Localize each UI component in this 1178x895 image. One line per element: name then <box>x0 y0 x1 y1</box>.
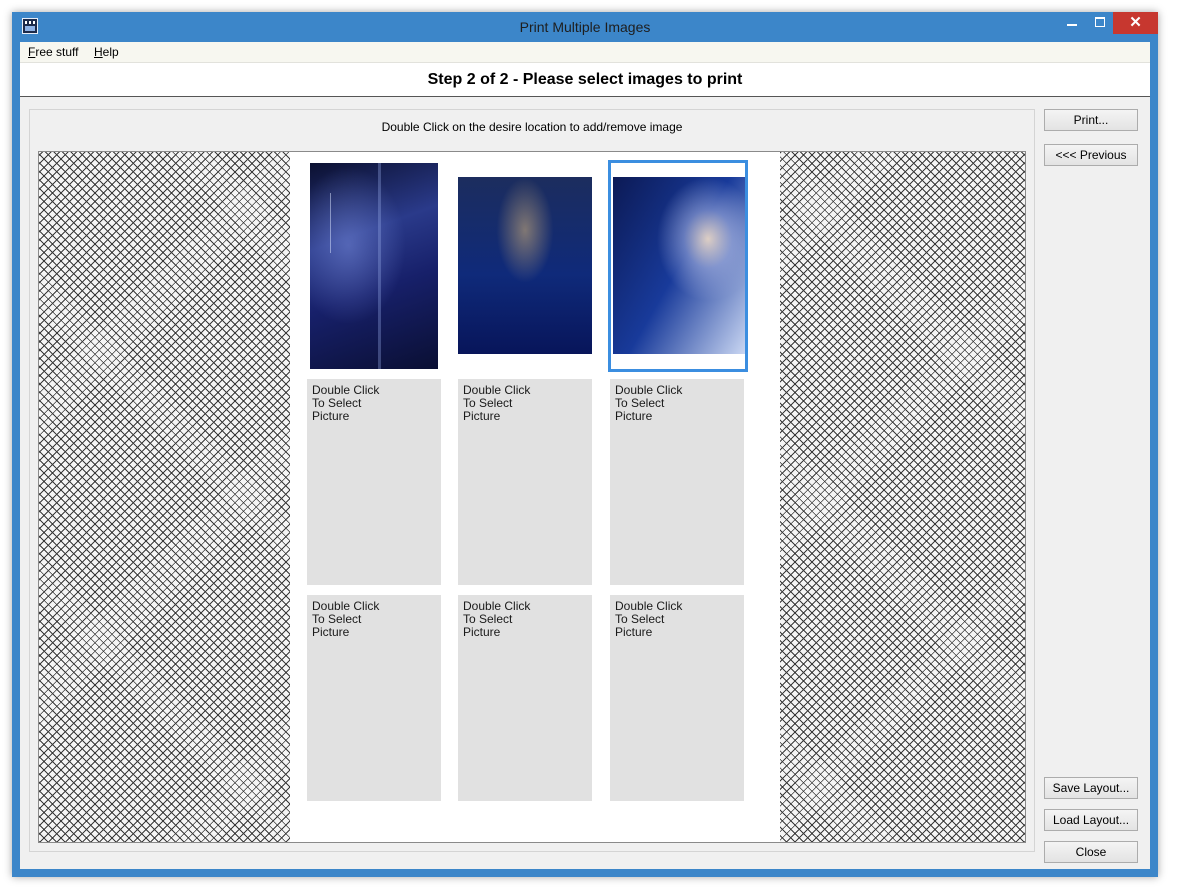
slot-placeholder-text: Double Click To Select Picture <box>615 599 683 639</box>
slot-placeholder-text: Double Click To Select Picture <box>312 383 380 423</box>
close-button[interactable]: Close <box>1044 841 1138 863</box>
minimize-button[interactable] <box>1059 12 1085 34</box>
menu-help-mnemonic: H <box>94 45 103 59</box>
title-bar[interactable]: Print Multiple Images ✕ <box>12 12 1158 42</box>
slot-placeholder-text: Double Click To Select Picture <box>312 599 380 639</box>
app-window: Print Multiple Images ✕ Free stuff Help … <box>12 12 1158 877</box>
slot-placeholder-text: Double Click To Select Picture <box>615 383 683 423</box>
load-layout-button[interactable]: Load Layout... <box>1044 809 1138 831</box>
image-slot-4[interactable]: Double Click To Select Picture <box>307 379 441 585</box>
image-slot-6[interactable]: Double Click To Select Picture <box>610 379 744 585</box>
image-slot-7[interactable]: Double Click To Select Picture <box>307 595 441 801</box>
client-area: Free stuff Help Step 2 of 2 - Please sel… <box>20 42 1150 869</box>
previous-button[interactable]: <<< Previous <box>1044 144 1138 166</box>
slot-placeholder-text: Double Click To Select Picture <box>463 599 531 639</box>
paper-page: Double Click To Select Picture Double Cl… <box>290 152 780 842</box>
image-slot-2[interactable] <box>458 163 594 371</box>
poster-thumbnail-icon <box>458 177 592 354</box>
print-button[interactable]: Print... <box>1044 109 1138 131</box>
poster-thumbnail-icon <box>613 177 745 354</box>
step-header: Step 2 of 2 - Please select images to pr… <box>20 63 1150 97</box>
layout-panel: Double Click on the desire location to a… <box>29 109 1035 852</box>
menu-free-stuff-label: ree stuff <box>35 45 79 59</box>
window-title: Print Multiple Images <box>519 19 651 35</box>
thumbnail-detail <box>330 193 339 253</box>
image-slot-3[interactable] <box>608 160 748 372</box>
menu-bar: Free stuff Help <box>20 42 1150 63</box>
slot-placeholder-text: Double Click To Select Picture <box>463 383 531 423</box>
menu-free-stuff[interactable]: Free stuff <box>28 45 78 59</box>
close-window-button[interactable]: ✕ <box>1113 12 1158 34</box>
menu-help[interactable]: Help <box>94 45 119 59</box>
image-slot-9[interactable]: Double Click To Select Picture <box>610 595 744 801</box>
image-slot-5[interactable]: Double Click To Select Picture <box>458 379 592 585</box>
image-slot-8[interactable]: Double Click To Select Picture <box>458 595 592 801</box>
image-slot-1[interactable] <box>310 163 440 371</box>
poster-thumbnail-icon <box>310 163 438 369</box>
print-preview-area: Double Click To Select Picture Double Cl… <box>38 151 1026 843</box>
maximize-button[interactable] <box>1087 12 1113 34</box>
save-layout-button[interactable]: Save Layout... <box>1044 777 1138 799</box>
menu-help-label: elp <box>102 45 119 59</box>
instruction-text: Double Click on the desire location to a… <box>381 120 683 134</box>
